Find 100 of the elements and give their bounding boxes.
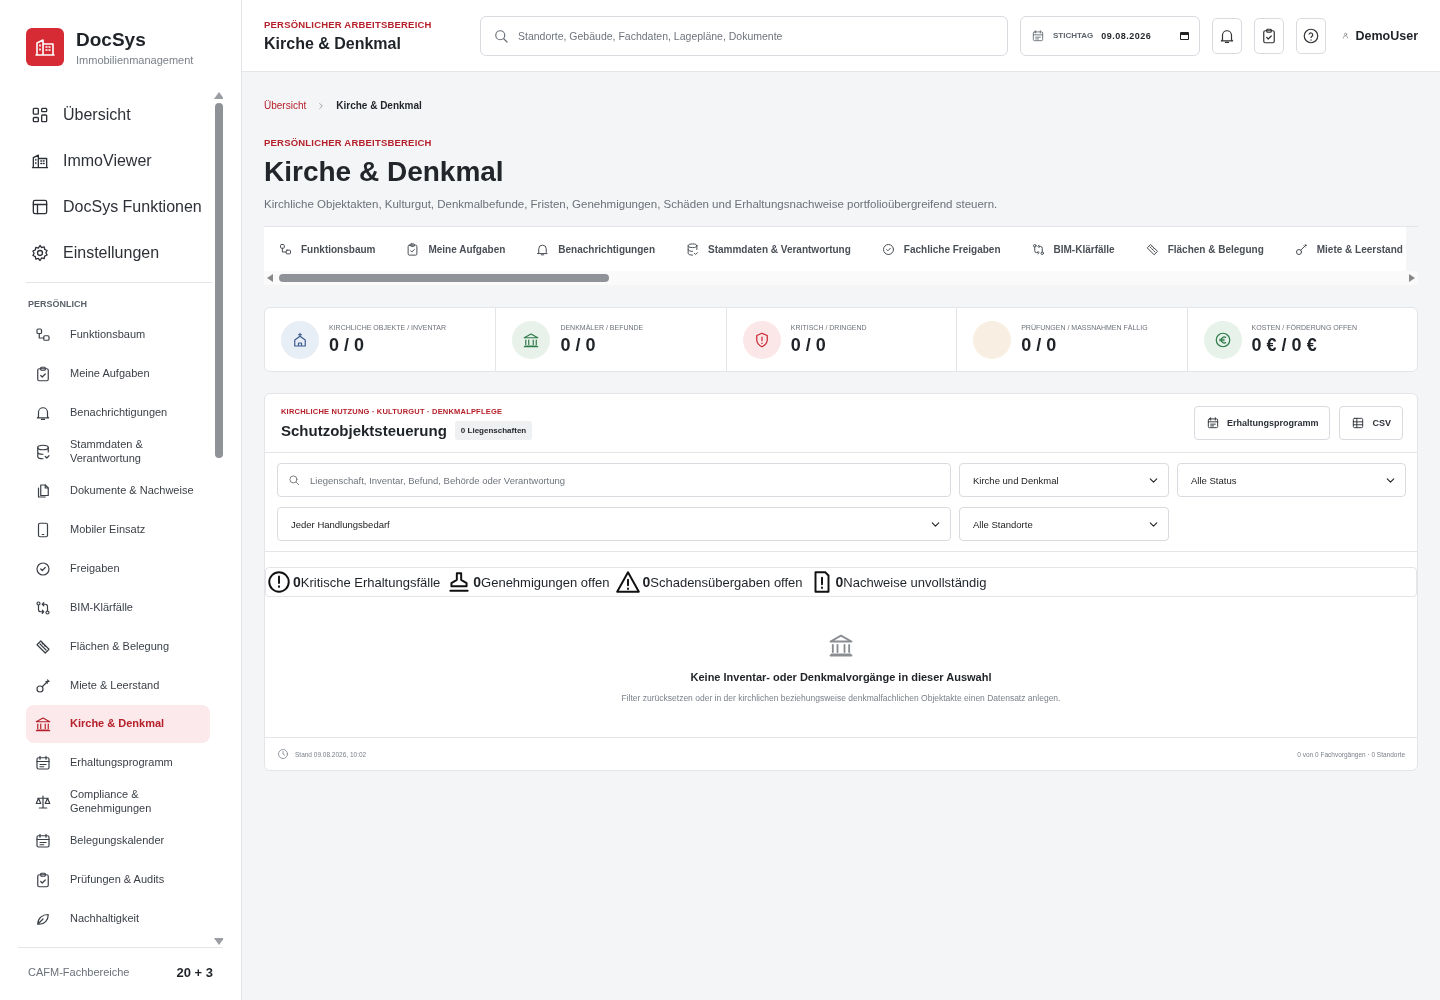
alert-icon [266, 569, 292, 595]
layout-icon [30, 197, 50, 217]
summary-label: Schadensübergaben offen [650, 574, 803, 590]
user-name[interactable]: DemoUser [1355, 28, 1418, 43]
nav-item[interactable]: Freigaben [26, 549, 210, 588]
calendar-icon [1031, 28, 1045, 43]
key-icon [34, 676, 52, 695]
eyebrow: PERSÖNLICHER ARBEITSBEREICH [264, 137, 433, 148]
tab[interactable]: Meine Aufgaben [405, 241, 506, 257]
search-icon [287, 473, 301, 487]
help-icon [1302, 26, 1321, 45]
nav-item[interactable]: Erhaltungsprogramm [26, 743, 210, 782]
notifications-button[interactable] [1212, 17, 1243, 54]
clipboard-icon [405, 241, 421, 257]
tab[interactable]: Fachliche Freigaben [880, 241, 1001, 257]
nav-item[interactable]: Belegungskalender [26, 821, 210, 860]
calendar-icon [34, 831, 52, 850]
nav-item[interactable]: Compliance & Genehmigungen [26, 782, 210, 821]
nav-item[interactable]: DocSys Funktionen [26, 184, 210, 230]
scrollbar[interactable] [264, 271, 1418, 285]
clipboard-icon [34, 870, 52, 889]
nav-item[interactable]: Flächen & Belegung [26, 627, 210, 666]
nav-item[interactable]: Meine Aufgaben [26, 354, 210, 393]
summary-count: 0 [642, 574, 651, 590]
nav-item[interactable]: Miete & Leerstand [26, 666, 210, 705]
tree-icon [278, 241, 293, 257]
empty-title: Keine Inventar- oder Denkmalvorgänge in dieser Auswahl [690, 671, 992, 683]
kpi-value: 0 / 0 [790, 334, 827, 356]
kpi-value: 0 / 0 [560, 334, 597, 356]
user-icon [1342, 32, 1350, 39]
warning-icon [615, 569, 642, 595]
breadcrumb-item: Kirche & Denkmal [336, 100, 422, 111]
flow-icon [1030, 241, 1046, 257]
dropdown[interactable]: Jeder Handlungsbedarf [277, 507, 951, 541]
bank-icon [34, 715, 52, 733]
summary-count: 0 [473, 574, 482, 590]
date-field[interactable]: STICHTAG 09.08.2026 [1020, 15, 1201, 56]
header-title: Kirche & Denkmal [264, 34, 402, 53]
summary-count: 0 [293, 574, 301, 590]
nav-item[interactable]: Funktionsbaum [26, 315, 210, 354]
tab[interactable]: Miete & Leerstand [1293, 241, 1403, 257]
flow-icon [34, 598, 52, 617]
breadcrumb-item[interactable]: Übersicht [264, 100, 307, 111]
dropdown[interactable]: Kirche und Denkmal [959, 463, 1169, 497]
key-icon [1293, 241, 1309, 257]
dropdown[interactable]: Alle Standorte [959, 507, 1169, 541]
nav-item[interactable]: Prüfungen & Audits [26, 860, 210, 899]
nav-item[interactable]: Übersicht [26, 92, 210, 138]
check-circle-icon [880, 241, 896, 257]
calendar-icon [1205, 416, 1220, 430]
nav-item[interactable]: Nachhaltigkeit [26, 899, 210, 938]
panel-title: Schutzobjektsteuerung [281, 421, 447, 439]
search-field[interactable]: Standorte, Gebäude, Fachdaten, Lagepläne, Dokumente [480, 15, 1008, 56]
tree-icon [34, 325, 52, 344]
page-description: Kirchliche Objektakten, Kulturgut, Denkmalbefunde, Fristen, Genehmigungen, Schäden und Erhaltungsnachweise portfolioübergreifend steuern. [264, 198, 999, 210]
kpi-value: 0 € / 0 € [1251, 334, 1318, 356]
table-icon [1351, 416, 1366, 430]
tab[interactable]: Funktionsbaum [278, 241, 376, 257]
search-field[interactable]: Liegenschaft, Inventar, Befund, Behörde oder Verantwortung [277, 463, 951, 497]
export-button[interactable]: CSV [1339, 406, 1403, 440]
kpi-value: 0 / 0 [329, 334, 366, 356]
nav-item[interactable]: BIM-Klärfälle [26, 588, 210, 627]
tab[interactable]: Flächen & Belegung [1144, 241, 1264, 257]
date-value: 09.08.2026 [1101, 30, 1153, 41]
clipboard-icon [34, 364, 52, 383]
summary-label: Nachweise unvollständig [843, 574, 987, 590]
nav-item[interactable]: Kirche & Denkmal [26, 705, 210, 743]
brand-subtitle: Immobilienmanagement [76, 53, 194, 66]
section-title: PERSÖNLICH [27, 298, 88, 311]
nav-item[interactable]: Dokumente & Nachweise [26, 471, 210, 510]
summary-label: Genehmigungen offen [481, 574, 610, 590]
tab[interactable]: BIM-Klärfälle [1030, 241, 1115, 257]
tab[interactable]: Benachrichtigungen [535, 241, 655, 257]
nav-item[interactable]: Stammdaten & Verantwortung [26, 432, 210, 471]
database-icon [34, 442, 52, 461]
footer-label: CAFM-Fachbereiche [28, 966, 130, 978]
nav-item[interactable]: ImmoViewer [26, 138, 210, 184]
bell-icon [535, 241, 551, 257]
footer-count: 20 + 3 [176, 964, 213, 980]
clock-icon [277, 748, 289, 760]
euro-icon [1213, 330, 1232, 349]
dropdown[interactable]: Alle Status [1177, 463, 1406, 497]
program-button[interactable]: Erhaltungsprogramm [1193, 406, 1331, 440]
help-button[interactable] [1296, 17, 1327, 54]
tasks-button[interactable] [1254, 17, 1285, 54]
tab[interactable]: Stammdaten & Verantwortung [685, 241, 851, 257]
empty-text: Filter zurücksetzen oder in der kirchlichen beziehungsweise denkmalfachlichen Objektakte einen Datensatz anlegen. [621, 693, 1061, 703]
nav-item[interactable]: Mobiler Einsatz [26, 510, 210, 549]
ruler-icon [34, 637, 52, 656]
eyebrow: PERSÖNLICHER ARBEITSBEREICH [264, 18, 433, 30]
date-label: STICHTAG [1053, 31, 1094, 40]
nav-item[interactable]: Benachrichtigungen [26, 393, 210, 432]
brand-name: DocSys [76, 28, 147, 51]
summary-label: Kritische Erhaltungsfälle [300, 574, 441, 590]
nav-item[interactable]: Einstellungen [26, 230, 210, 276]
database-icon [685, 241, 700, 257]
settings-icon [30, 243, 50, 263]
ruler-icon [1144, 241, 1160, 257]
count-badge: 0 Liegenschaften [454, 420, 533, 440]
calendar-icon [34, 753, 52, 772]
